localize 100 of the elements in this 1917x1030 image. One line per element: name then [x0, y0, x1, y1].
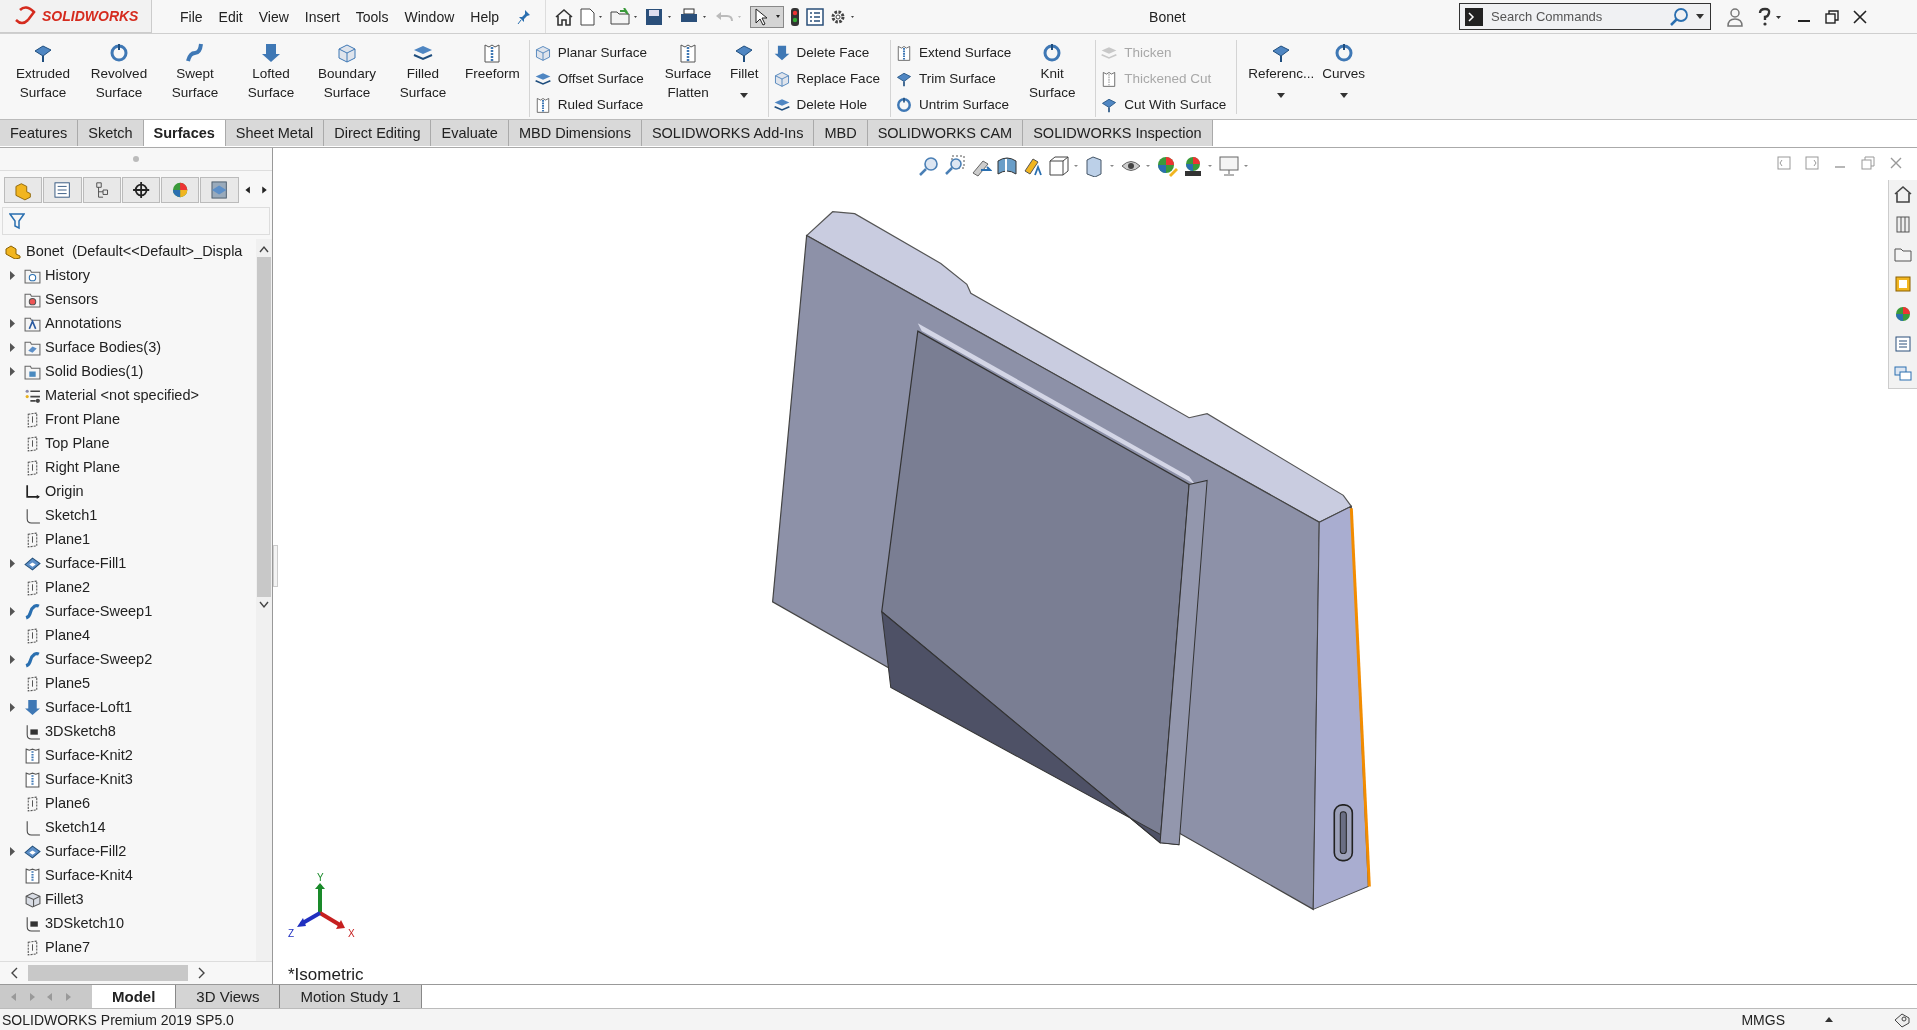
tree-item[interactable]: Front Plane — [0, 407, 256, 431]
tag-icon[interactable] — [1893, 1011, 1911, 1028]
tree-item[interactable]: Surface-Sweep2 — [0, 647, 256, 671]
menu-item[interactable]: Window — [396, 4, 463, 29]
restore-icon[interactable] — [1825, 9, 1840, 24]
caret-up-icon[interactable] — [1825, 1016, 1833, 1023]
section-view-icon[interactable] — [996, 155, 1018, 177]
tree-item[interactable]: Surface-Fill1 — [0, 551, 256, 575]
ribbon-button[interactable]: Boundary Surface — [310, 40, 384, 114]
tree-item[interactable]: Sketch1 — [0, 503, 256, 527]
ribbon-button[interactable]: Freeform — [462, 40, 523, 114]
home-icon[interactable] — [1893, 184, 1913, 204]
part-icon[interactable] — [4, 177, 43, 203]
tree-item[interactable]: Sketch14 — [0, 815, 256, 839]
expand-arrow-icon[interactable] — [10, 342, 16, 352]
ribbon-button[interactable]: Planar Surface — [533, 40, 648, 65]
command-tab[interactable]: SOLIDWORKS CAM — [867, 120, 1024, 146]
ribbon-button[interactable]: Replace Face — [772, 66, 880, 91]
tree-item[interactable]: Right Plane — [0, 455, 256, 479]
tree-item[interactable]: Plane7 — [0, 935, 256, 959]
tree-item[interactable]: Sensors — [0, 287, 256, 311]
tree-item[interactable]: Surface-Loft1 — [0, 695, 256, 719]
tree-item[interactable]: Material <not specified> — [0, 383, 256, 407]
tree-item[interactable]: Surface-Knit3 — [0, 767, 256, 791]
search-input[interactable]: Search Commands — [1489, 8, 1663, 25]
expand-arrow-icon[interactable] — [10, 558, 16, 568]
menu-item[interactable]: Edit — [210, 4, 251, 29]
ribbon-button[interactable]: Ruled Surface — [533, 92, 648, 117]
ribbon-button[interactable]: Filled Surface — [386, 40, 460, 114]
tree-item[interactable]: 3DSketch8 — [0, 719, 256, 743]
traffic-light-icon[interactable] — [789, 6, 802, 27]
expand-arrow-icon[interactable] — [10, 606, 16, 616]
ribbon-button[interactable]: Referenc... — [1245, 40, 1318, 114]
ribbon-button[interactable]: Trim Surface — [894, 66, 1012, 91]
search-icon[interactable] — [1668, 6, 1691, 27]
expand-arrow-icon[interactable] — [10, 654, 16, 664]
appearance-icon[interactable] — [1156, 155, 1178, 177]
scroll-right-icon[interactable] — [198, 967, 206, 979]
command-tab[interactable]: Sheet Metal — [225, 120, 325, 146]
command-tab[interactable]: Sketch — [78, 120, 144, 146]
library-icon[interactable] — [1893, 214, 1913, 234]
command-tab[interactable]: Evaluate — [431, 120, 509, 146]
menu-item[interactable]: View — [250, 4, 297, 29]
tree-item[interactable]: Surface-Sweep1 — [0, 599, 256, 623]
ribbon-button[interactable]: Untrim Surface — [894, 92, 1012, 117]
expand-arrow-icon[interactable] — [10, 366, 16, 376]
tree-item[interactable]: Plane2 — [0, 575, 256, 599]
panel-grip[interactable] — [133, 156, 139, 162]
expand-arrow-icon[interactable] — [10, 318, 16, 328]
search-field[interactable]: Search Commands — [1459, 3, 1712, 30]
tree-item[interactable]: Plane1 — [0, 527, 256, 551]
ribbon-button[interactable]: Extruded Surface — [6, 40, 80, 114]
tree-item[interactable]: 3DSketch10 — [0, 911, 256, 935]
tile-left-icon[interactable] — [1777, 156, 1791, 170]
color-ball-icon[interactable] — [1893, 304, 1913, 324]
scene-icon[interactable] — [1182, 155, 1214, 177]
command-tab[interactable]: SOLIDWORKS Inspection — [1023, 120, 1213, 146]
command-tab[interactable]: Direct Editing — [324, 120, 432, 146]
tree-item[interactable]: Plane5 — [0, 671, 256, 695]
ribbon-button[interactable]: Extend Surface — [894, 40, 1012, 65]
filter-icon[interactable] — [9, 212, 25, 230]
tree-item[interactable]: Fillet3 — [0, 887, 256, 911]
scroll-down-icon[interactable] — [259, 601, 269, 609]
list-icon[interactable] — [806, 7, 825, 26]
ribbon-button[interactable]: Cut With Surface — [1100, 92, 1227, 117]
tree-item[interactable]: Top Plane — [0, 431, 256, 455]
menu-item[interactable]: File — [172, 4, 211, 29]
tree-item[interactable]: Surface Bodies(3) — [0, 335, 256, 359]
ribbon-button[interactable]: Surface Flatten — [651, 40, 726, 114]
zoom-area-icon[interactable] — [944, 155, 966, 177]
tree-item[interactable]: Plane6 — [0, 791, 256, 815]
tree-item[interactable]: History — [0, 263, 256, 287]
expand-arrow-icon[interactable] — [10, 702, 16, 712]
tree-item[interactable]: Plane4 — [0, 623, 256, 647]
chat-icon[interactable] — [1893, 364, 1913, 384]
ribbon-button[interactable]: Offset Surface — [533, 66, 648, 91]
command-tab[interactable]: Features — [0, 120, 79, 146]
caret-icon[interactable] — [1339, 93, 1348, 98]
ribbon-button[interactable]: Curves — [1319, 40, 1369, 114]
command-tab[interactable]: MBD Dimensions — [508, 120, 642, 146]
list-icon[interactable] — [1893, 334, 1913, 354]
tile-right-icon[interactable] — [1805, 156, 1819, 170]
ribbon-button[interactable]: Revolved Surface — [82, 40, 156, 114]
ribbon-button[interactable]: Fillet — [727, 40, 762, 114]
caret-icon[interactable] — [740, 93, 749, 98]
help-icon[interactable] — [1757, 6, 1784, 27]
expand-arrow-icon[interactable] — [10, 270, 16, 280]
splitter-handle[interactable] — [273, 545, 278, 587]
property-icon[interactable] — [43, 177, 82, 203]
ribbon-button[interactable]: Delete Face — [772, 40, 880, 65]
menu-item[interactable]: Help — [462, 4, 508, 29]
home-icon[interactable] — [554, 7, 575, 26]
command-tab[interactable]: MBD — [814, 120, 868, 146]
scroll-left-icon[interactable] — [10, 967, 18, 979]
model-tab[interactable]: 3D Views — [176, 985, 281, 1008]
expand-arrow-icon[interactable] — [10, 846, 16, 856]
view-orientation-icon[interactable] — [1048, 155, 1080, 177]
ribbon-button[interactable]: Swept Surface — [158, 40, 232, 114]
ribbon-button[interactable]: Delete Hole — [772, 92, 880, 117]
close-icon[interactable] — [1853, 9, 1868, 24]
